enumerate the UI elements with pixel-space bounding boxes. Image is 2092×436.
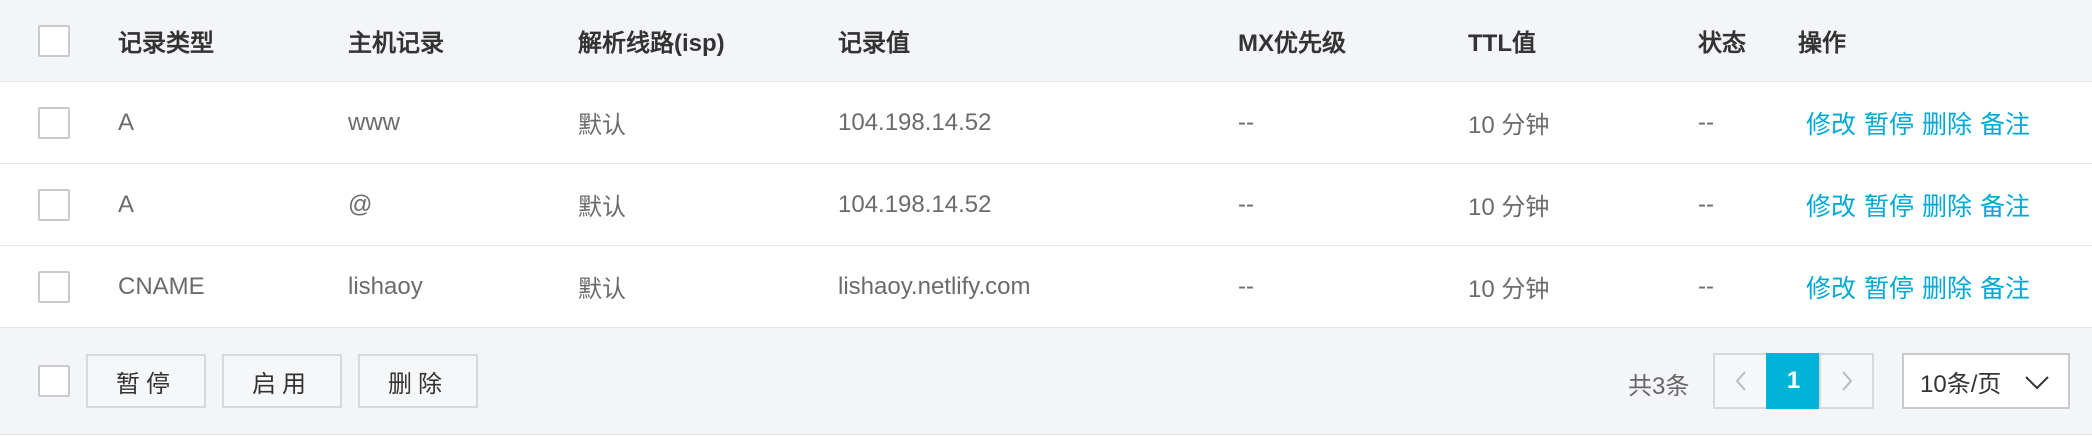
cell-value: 104.198.14.52 [838, 190, 992, 218]
cell-mx: -- [1238, 190, 1254, 218]
col-header-ttl: TTL值 [1468, 30, 1536, 57]
cell-mx: -- [1238, 108, 1254, 136]
table-row: CNAME lishaoy 默认 lishaoy.netlify.com -- … [0, 246, 2092, 328]
pause-link[interactable]: 暂停 [1864, 187, 1914, 223]
col-header-value: 记录值 [838, 30, 910, 57]
pause-link[interactable]: 暂停 [1864, 269, 1914, 305]
dns-record-table: 记录类型 主机记录 解析线路(isp) 记录值 MX优先级 TTL值 状态 操作… [0, 0, 2092, 435]
bulk-delete-button[interactable]: 删除 [358, 354, 478, 408]
chevron-left-icon [1735, 371, 1746, 391]
row-checkbox[interactable] [38, 270, 70, 303]
col-header-ops: 操作 [1798, 30, 1846, 57]
chevron-right-icon [1841, 371, 1852, 391]
col-header-mx: MX优先级 [1238, 30, 1346, 57]
cell-line: 默认 [578, 276, 626, 303]
chevron-down-icon [2025, 376, 2049, 390]
cell-line: 默认 [578, 112, 626, 139]
next-page-button[interactable] [1819, 353, 1874, 409]
bulk-pause-button[interactable]: 暂停 [86, 354, 206, 408]
cell-ttl: 10 分钟 [1468, 112, 1550, 139]
note-link[interactable]: 备注 [1980, 105, 2030, 141]
total-count: 共3条 [1628, 373, 1690, 400]
table-footer: 暂停 启用 删除 共3条 1 10条/页 [0, 328, 2092, 435]
table-header: 记录类型 主机记录 解析线路(isp) 记录值 MX优先级 TTL值 状态 操作 [0, 0, 2092, 82]
row-actions: 修改 暂停 删除 备注 [1798, 82, 2030, 163]
prev-page-button[interactable] [1713, 353, 1768, 409]
cell-host: @ [348, 190, 373, 218]
select-all-footer-checkbox[interactable] [38, 365, 70, 397]
note-link[interactable]: 备注 [1980, 269, 2030, 305]
table-row: A www 默认 104.198.14.52 -- 10 分钟 -- 修改 暂停… [0, 82, 2092, 164]
row-checkbox[interactable] [38, 188, 70, 221]
edit-link[interactable]: 修改 [1806, 269, 1856, 305]
delete-link[interactable]: 删除 [1922, 269, 1972, 305]
row-checkbox[interactable] [38, 106, 70, 139]
bulk-enable-button[interactable]: 启用 [222, 354, 342, 408]
select-all-checkbox[interactable] [38, 24, 70, 57]
col-header-type: 记录类型 [118, 30, 214, 57]
cell-status: -- [1698, 190, 1714, 218]
row-actions: 修改 暂停 删除 备注 [1798, 164, 2030, 245]
col-header-host: 主机记录 [348, 30, 444, 57]
cell-mx: -- [1238, 272, 1254, 300]
cell-type: A [118, 108, 135, 136]
cell-ttl: 10 分钟 [1468, 194, 1550, 221]
cell-type: CNAME [118, 272, 205, 300]
delete-link[interactable]: 删除 [1922, 187, 1972, 223]
row-actions: 修改 暂停 删除 备注 [1798, 246, 2030, 327]
col-header-line: 解析线路(isp) [578, 30, 725, 57]
cell-host: www [348, 108, 400, 136]
pause-link[interactable]: 暂停 [1864, 105, 1914, 141]
page-size-value: 10条/页 [1920, 370, 2002, 398]
edit-link[interactable]: 修改 [1806, 187, 1856, 223]
cell-value: 104.198.14.52 [838, 108, 992, 136]
cell-status: -- [1698, 272, 1714, 300]
cell-ttl: 10 分钟 [1468, 276, 1550, 303]
delete-link[interactable]: 删除 [1922, 105, 1972, 141]
cell-line: 默认 [578, 194, 626, 221]
edit-link[interactable]: 修改 [1806, 105, 1856, 141]
col-header-status: 状态 [1698, 30, 1746, 57]
cell-host: lishaoy [348, 272, 423, 300]
note-link[interactable]: 备注 [1980, 187, 2030, 223]
cell-value: lishaoy.netlify.com [838, 272, 1031, 300]
pagination: 1 [1713, 353, 1874, 409]
cell-type: A [118, 190, 135, 218]
page-number-button[interactable]: 1 [1766, 353, 1821, 409]
table-row: A @ 默认 104.198.14.52 -- 10 分钟 -- 修改 暂停 删… [0, 164, 2092, 246]
page-size-select[interactable]: 10条/页 [1902, 353, 2070, 409]
cell-status: -- [1698, 108, 1714, 136]
